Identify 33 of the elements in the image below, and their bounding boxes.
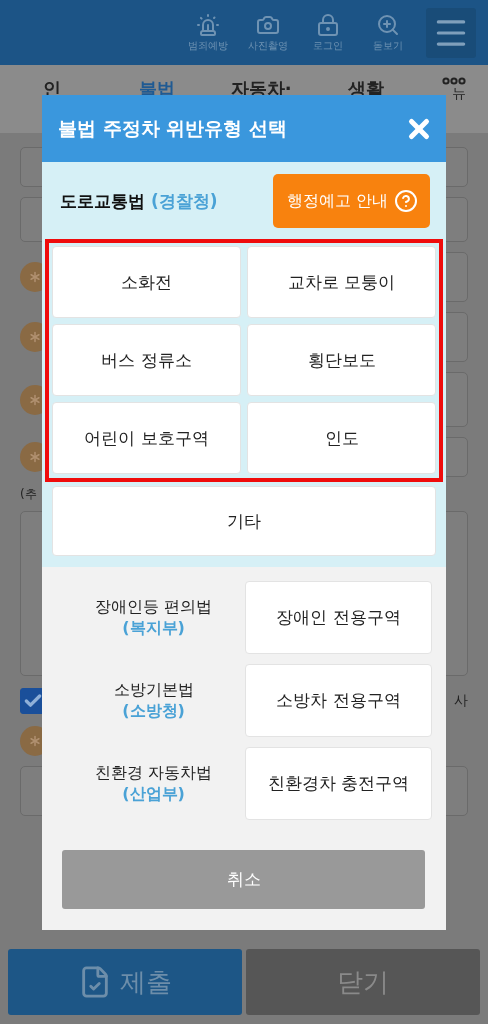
toolbar-label[interactable]: 사진촬영 [248, 38, 288, 53]
option-button[interactable]: 횡단보도 [247, 324, 436, 396]
agency-name: (복지부) [122, 617, 185, 639]
dots-icon[interactable] [442, 77, 466, 85]
law-name: 장애인등 편의법 [94, 596, 213, 618]
option-button[interactable]: 교차로 모퉁이 [247, 246, 436, 318]
option-button[interactable]: 어린이 보호구역 [52, 402, 241, 474]
toolbar-label[interactable]: 로그인 [313, 38, 343, 53]
law-title: 도로교통법 (경찰청) [60, 189, 218, 213]
dialog-title: 불법 주정차 위반유형 선택 [58, 115, 287, 141]
option-button[interactable]: 친환경차 충전구역 [245, 747, 432, 820]
lock-icon[interactable] [316, 12, 340, 37]
option-button[interactable]: 버스 정류소 [52, 324, 241, 396]
option-button[interactable]: 인도 [247, 402, 436, 474]
option-button[interactable]: 장애인 전용구역 [245, 581, 432, 654]
menu-button[interactable] [426, 7, 476, 58]
menu-tab-label[interactable]: 뉴 [452, 85, 466, 103]
notice-button[interactable]: 행정예고 안내 [272, 174, 430, 228]
law-name: 소방기본법 [113, 679, 194, 701]
option-button[interactable]: 기타 [52, 486, 436, 556]
agency-name: (산업부) [122, 783, 185, 805]
option-button[interactable]: 소화전 [52, 246, 241, 318]
toolbar-label[interactable]: 범죄예방 [188, 38, 228, 53]
toolbar-label[interactable]: 돋보기 [373, 38, 403, 53]
note-text: (추 [20, 485, 37, 503]
law-name: 친환경 자동차법 [94, 762, 213, 784]
siren-icon[interactable] [196, 12, 220, 37]
option-button[interactable]: 소방차 전용구역 [245, 664, 432, 737]
zoom-in-icon[interactable] [376, 12, 400, 37]
agreement-text: 사 [454, 692, 468, 710]
help-icon [394, 189, 418, 213]
cancel-button[interactable]: 취소 [62, 850, 425, 909]
agency-name: (소방청) [122, 700, 185, 722]
